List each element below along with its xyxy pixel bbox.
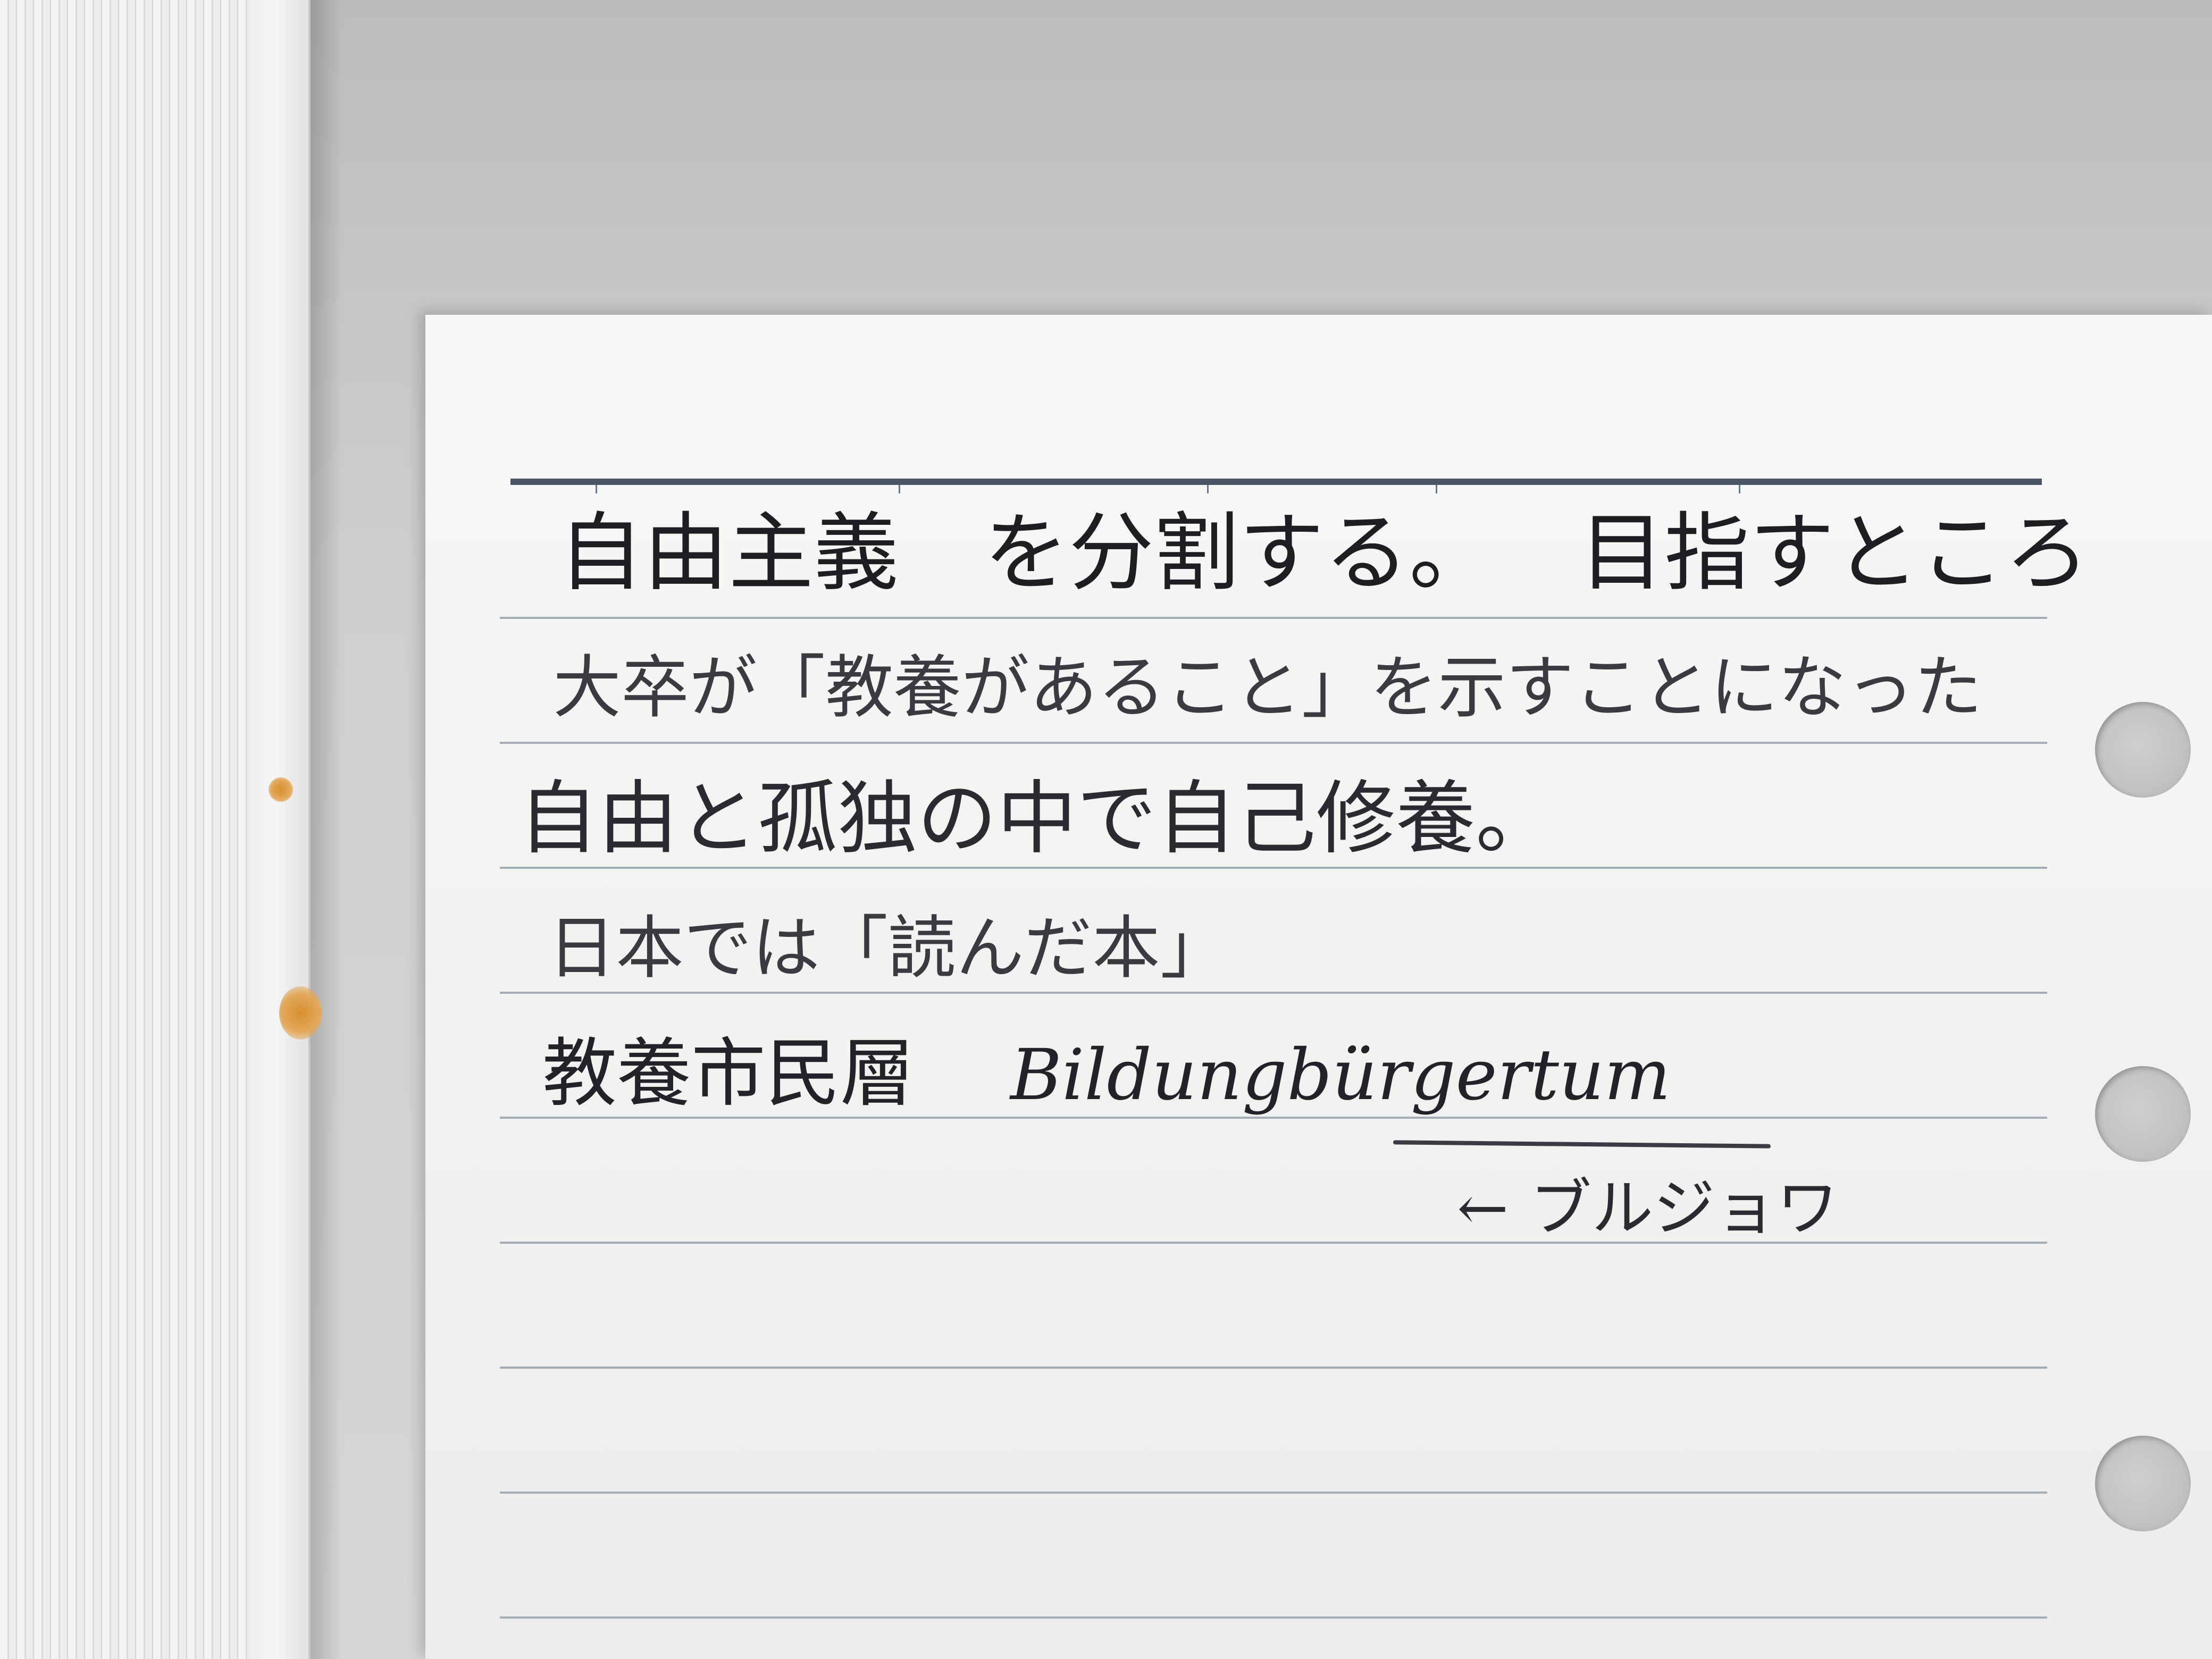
handwritten-line-4: 日本では「読んだ本」	[548, 909, 1229, 988]
ruled-line	[500, 742, 2047, 744]
handwritten-line-3: 自由と孤独の中で自己修養。	[518, 773, 1556, 865]
handwritten-line-2: 大卒が「教養があること」を示すことになった	[553, 648, 1983, 727]
rule-tick	[1436, 485, 1437, 493]
ruled-line	[500, 1616, 2047, 1619]
line-1-right: を分割する。	[984, 503, 1495, 602]
handwritten-line-1: 自由主義 を分割する。 目指すところ	[558, 510, 2090, 596]
punch-hole	[2095, 1436, 2191, 1531]
ruled-line	[500, 617, 2047, 619]
binder-page-stack	[0, 0, 250, 1659]
line-1-left: 自由主義	[558, 503, 899, 602]
punch-hole	[2095, 702, 2191, 798]
stain-small	[269, 777, 293, 802]
ruled-line	[500, 1367, 2047, 1369]
rule-tick	[1207, 485, 1209, 493]
stain-large	[279, 986, 322, 1040]
top-rule	[510, 479, 2042, 485]
binder-shadow	[311, 0, 342, 1659]
binder-edge	[250, 0, 311, 1659]
line-6-text: ブルジョワ	[1530, 1172, 1839, 1244]
left-arrow-icon: ←	[1457, 1172, 1509, 1244]
rule-tick	[596, 485, 597, 493]
handwritten-line-6: ← ブルジョワ	[1457, 1178, 1838, 1239]
line-5-latin: Bildungbürgertum	[1010, 1034, 1671, 1116]
photo-scene: 自由主義 を分割する。 目指すところ 大卒が「教養があること」を示すことになった 自…	[0, 0, 2212, 1659]
punch-hole	[2095, 1066, 2191, 1162]
line-5-left: 教養市民層	[542, 1030, 915, 1117]
rule-tick	[1739, 485, 1740, 493]
rule-tick	[899, 485, 900, 493]
line-1-tail: 目指すところ	[1579, 503, 2090, 602]
handwritten-line-5: 教養市民層 Bildungbürgertum	[542, 1037, 1671, 1111]
ruled-line	[500, 992, 2047, 994]
ruled-line	[500, 867, 2047, 869]
ruled-line	[500, 1492, 2047, 1494]
